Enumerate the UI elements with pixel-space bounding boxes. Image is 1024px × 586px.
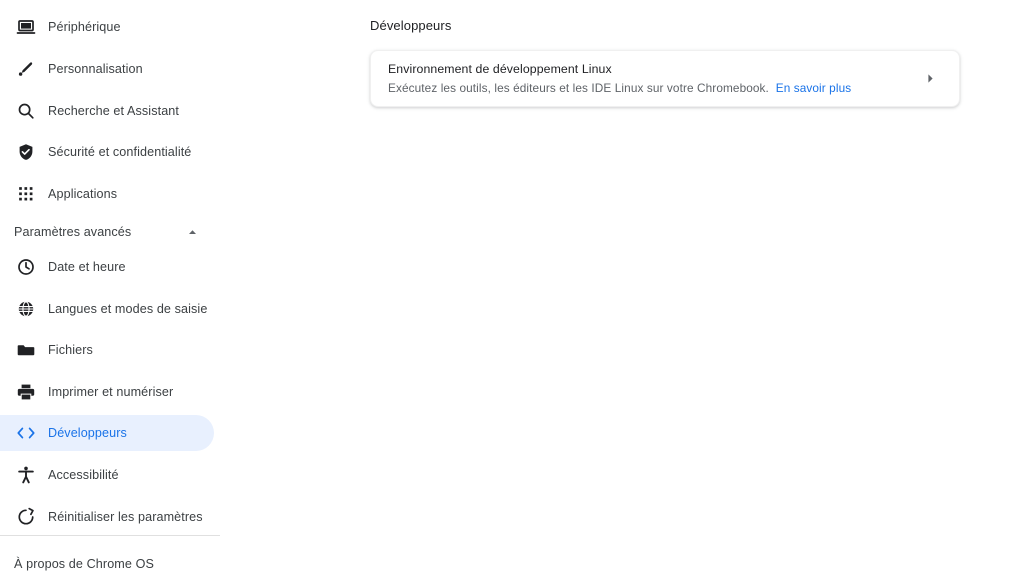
sidebar-divider <box>0 535 220 536</box>
sidebar-item-about-chrome-os[interactable]: À propos de Chrome OS <box>0 548 214 580</box>
sidebar-item-label: Développeurs <box>48 425 127 440</box>
accessibility-icon <box>14 463 38 487</box>
folder-icon <box>14 338 38 362</box>
sidebar-item-label: Fichiers <box>48 342 93 357</box>
sidebar-advanced-settings-label: Paramètres avancés <box>14 225 132 239</box>
sidebar-item-imprimer-et-numeriser[interactable]: Imprimer et numériser <box>0 374 214 410</box>
sidebar-item-label: À propos de Chrome OS <box>14 557 154 571</box>
sidebar-item-developpeurs[interactable]: Développeurs <box>0 415 214 451</box>
laptop-icon <box>14 15 38 39</box>
sidebar-item-fichiers[interactable]: Fichiers <box>0 332 214 368</box>
sidebar-item-label: Applications <box>48 186 118 201</box>
sidebar-item-label: Date et heure <box>48 259 126 274</box>
search-icon <box>14 99 38 123</box>
chevron-up-icon <box>183 223 201 241</box>
brush-icon <box>14 57 38 81</box>
sidebar-item-recherche-et-assistant[interactable]: Recherche et Assistant <box>0 93 214 129</box>
sidebar-item-label: Périphérique <box>48 19 121 34</box>
settings-page: Périphérique Personnalisation Recherche et… <box>0 0 1024 586</box>
sidebar-item-label: Sécurité et confidentialité <box>48 144 192 159</box>
sidebar-item-label: Accessibilité <box>48 467 119 482</box>
globe-icon <box>14 297 38 321</box>
sidebar-item-applications[interactable]: Applications <box>0 176 214 212</box>
linux-development-environment-card[interactable]: Environnement de développement Linux Exé… <box>370 50 960 107</box>
card-title: Environnement de développement Linux <box>388 62 612 76</box>
printer-icon <box>14 380 38 404</box>
sidebar-advanced-settings-toggle[interactable]: Paramètres avancés <box>0 216 214 248</box>
apps-grid-icon <box>14 182 38 206</box>
sidebar-item-reinitialiser-les-parametres[interactable]: Réinitialiser les paramètres <box>0 499 214 535</box>
card-subtitle: Exécutez les outils, les éditeurs et les… <box>388 81 769 95</box>
sidebar-item-personnalisation[interactable]: Personnalisation <box>0 51 214 87</box>
sidebar-item-peripherique[interactable]: Périphérique <box>0 9 214 45</box>
sidebar-item-label: Imprimer et numériser <box>48 384 174 399</box>
page-title: Développeurs <box>370 18 452 33</box>
shield-icon <box>14 140 38 164</box>
chevron-right-icon[interactable] <box>923 72 937 86</box>
sidebar-item-accessibilite[interactable]: Accessibilité <box>0 457 214 493</box>
sidebar-item-date-et-heure[interactable]: Date et heure <box>0 249 214 285</box>
sidebar-item-langues-et-modes-de-saisie[interactable]: Langues et modes de saisie <box>0 291 214 327</box>
sidebar-item-securite-et-confidentialite[interactable]: Sécurité et confidentialité <box>0 134 214 170</box>
restore-icon <box>14 505 38 529</box>
card-subtitle-row: Exécutez les outils, les éditeurs et les… <box>388 81 851 95</box>
sidebar-item-label: Réinitialiser les paramètres <box>48 509 203 524</box>
clock-icon <box>14 255 38 279</box>
code-brackets-icon <box>14 421 38 445</box>
sidebar-item-label: Personnalisation <box>48 61 143 76</box>
sidebar-item-label: Recherche et Assistant <box>48 103 180 118</box>
main-content: Développeurs Environnement de développem… <box>370 0 1024 586</box>
sidebar-nav: Périphérique Personnalisation Recherche et… <box>0 0 240 586</box>
learn-more-link[interactable]: En savoir plus <box>776 81 852 95</box>
sidebar-item-label: Langues et modes de saisie <box>48 301 208 316</box>
